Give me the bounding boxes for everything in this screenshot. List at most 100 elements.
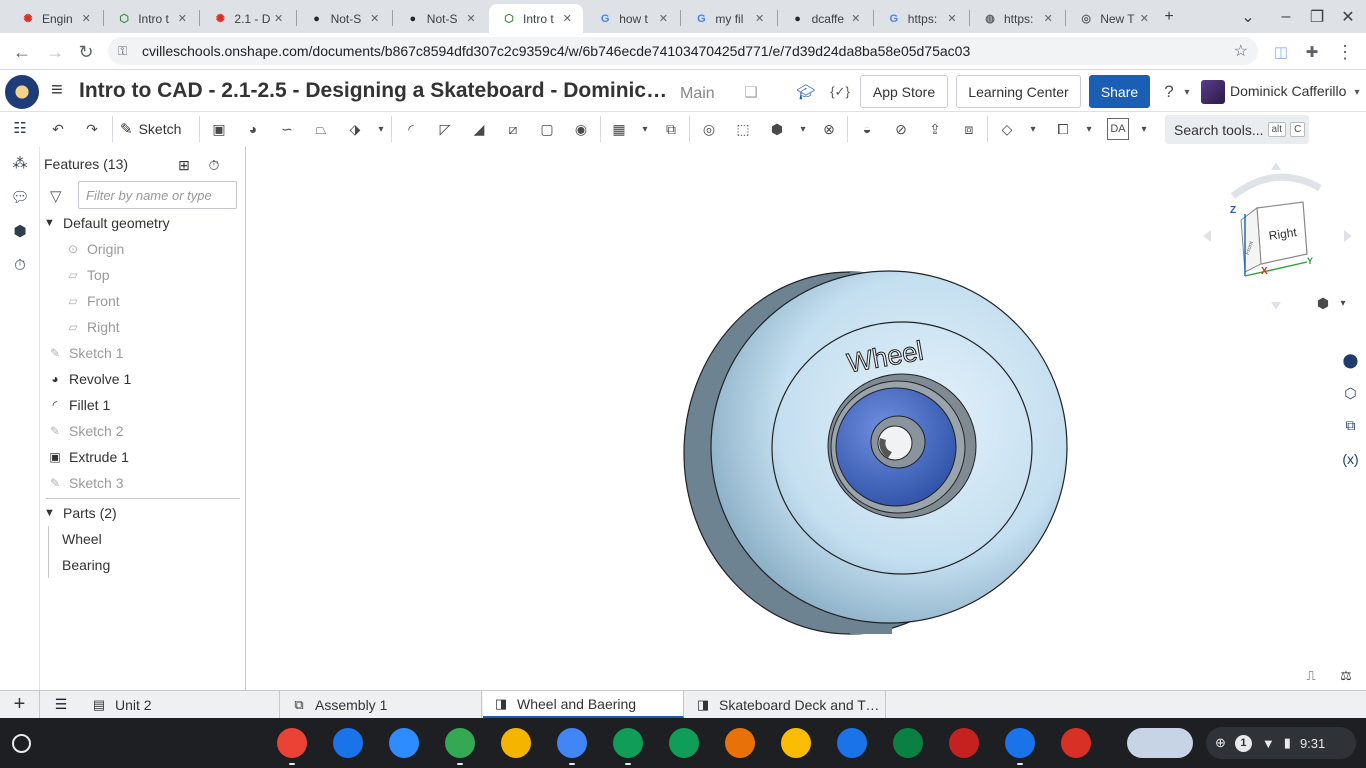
sheets-app-icon[interactable] xyxy=(669,728,699,758)
filter-icon[interactable]: ▽ xyxy=(50,187,62,205)
browser-tab[interactable]: ● Not-S ✕ xyxy=(297,4,391,33)
avatar[interactable] xyxy=(1201,80,1225,104)
document-menu-icon[interactable]: ≡ xyxy=(51,80,69,101)
loft-tool-icon[interactable]: ⏢ xyxy=(310,118,332,140)
feature-item[interactable]: ▣ Extrude 1 xyxy=(40,444,240,470)
app2-icon[interactable] xyxy=(333,728,363,758)
more-dropdown-icon[interactable]: ▾ xyxy=(370,118,392,140)
move-face-icon[interactable]: ⇪ xyxy=(924,118,946,140)
boolean-tool-icon[interactable]: ◎ xyxy=(698,118,720,140)
modify-fillet-icon[interactable]: ◒ xyxy=(856,118,878,140)
transform-tool-icon[interactable]: ⬢ xyxy=(766,118,788,140)
rotate-down-icon[interactable] xyxy=(1271,302,1281,310)
browser-tab[interactable]: ⬡ Intro t ✕ xyxy=(104,4,198,33)
chrome-menu-icon[interactable]: ⋮ xyxy=(1332,39,1358,65)
filter-features-input[interactable] xyxy=(78,181,237,209)
drive-app-icon[interactable] xyxy=(613,728,643,758)
close-tab-icon[interactable]: ✕ xyxy=(944,12,960,25)
close-tab-icon[interactable]: ✕ xyxy=(655,12,671,25)
transform-dropdown-icon[interactable]: ▾ xyxy=(792,118,814,140)
draft-tool-icon[interactable]: ◢ xyxy=(468,118,490,140)
browser-tab[interactable]: ● dcaffe ✕ xyxy=(778,4,872,33)
browser-tab[interactable]: ◍ https: ✕ xyxy=(970,4,1064,33)
reload-button[interactable]: ↻ xyxy=(73,39,99,65)
restore-window-button[interactable]: ❐ xyxy=(1306,6,1328,28)
forward-button[interactable]: → xyxy=(42,39,68,65)
fillet-tool-icon[interactable]: ◜ xyxy=(400,118,422,140)
versions-icon[interactable]: ❏ xyxy=(740,81,762,103)
browser-tab[interactable]: ✺ Engin ✕ xyxy=(8,4,102,33)
view-options-dropdown-icon[interactable]: ▾ xyxy=(1332,292,1354,314)
learning-cap-icon[interactable]: 🎓︎ xyxy=(795,81,817,103)
sketch-button[interactable]: ✎ Sketch xyxy=(120,117,181,141)
close-tab-icon[interactable]: ✕ xyxy=(174,12,190,25)
feature-item[interactable]: ✎ Sketch 3 xyxy=(40,470,240,496)
comments-icon[interactable]: 💬︎ xyxy=(8,185,32,209)
insert-element-button[interactable]: + xyxy=(0,691,40,718)
add-folder-icon[interactable]: ⊞ xyxy=(174,155,194,175)
back-button[interactable]: ← xyxy=(9,39,35,65)
butterfly-app-icon[interactable] xyxy=(837,728,867,758)
wheel-model[interactable]: Wheel xyxy=(640,260,1100,650)
default-geometry-group[interactable]: ▼ Default geometry xyxy=(40,210,240,236)
shell-tool-icon[interactable]: ▢ xyxy=(536,118,558,140)
feature-item[interactable]: ⊙ Origin xyxy=(40,236,240,262)
browser-tab[interactable]: ◎ New T ✕ xyxy=(1066,4,1160,33)
help-dropdown-icon[interactable]: ▾ xyxy=(1176,81,1198,103)
close-tab-icon[interactable]: ✕ xyxy=(1136,12,1152,25)
rotate-up-icon[interactable] xyxy=(1271,162,1281,170)
element-tab[interactable]: ◨ Wheel and Baering xyxy=(483,691,684,718)
feature-item[interactable]: ▱ Front xyxy=(40,288,240,314)
rib-tool-icon[interactable]: ⧄ xyxy=(502,118,524,140)
view-cube-side[interactable] xyxy=(1240,207,1262,273)
browser-tab[interactable]: Gmy fil ✕ xyxy=(681,4,775,33)
plane-dropdown-icon[interactable]: ▾ xyxy=(1022,118,1044,140)
configurations-icon[interactable]: ⧉ xyxy=(1337,412,1364,439)
clock-app-icon[interactable] xyxy=(445,728,475,758)
mirror-tool-icon[interactable]: ⧉ xyxy=(660,118,682,140)
browser-tab[interactable]: ⬡ Intro t ✕ xyxy=(489,4,584,33)
list-item[interactable]: Bearing xyxy=(40,552,240,578)
rotate-right-icon[interactable] xyxy=(1344,230,1352,242)
measure-tool-icon[interactable]: ⎍ xyxy=(1301,667,1321,685)
close-tab-icon[interactable]: ✕ xyxy=(559,12,575,25)
chevron-down-icon[interactable]: ▼ xyxy=(44,507,60,519)
delete-part-icon[interactable]: ⊗ xyxy=(818,118,840,140)
feature-item[interactable]: ✎ Sketch 2 xyxy=(40,418,240,444)
featurescript-icon[interactable]: {✓} xyxy=(829,81,851,103)
history-icon[interactable]: ⏱︎ xyxy=(8,253,32,277)
element-tab[interactable]: ◨ Skateboard Deck and Trucks xyxy=(685,691,886,718)
parts-icon[interactable]: ⬢ xyxy=(8,219,32,243)
variables-icon[interactable]: (x) xyxy=(1337,445,1364,472)
lens-icon[interactable]: ◫ xyxy=(1268,39,1294,65)
files-app-icon[interactable] xyxy=(1005,728,1035,758)
pattern-dropdown-icon[interactable]: ▾ xyxy=(634,118,656,140)
replace-face-icon[interactable]: ⧈ xyxy=(958,118,980,140)
slides-app-icon[interactable] xyxy=(501,728,531,758)
feature-item[interactable]: ◕ Revolve 1 xyxy=(40,366,240,392)
feature-item[interactable]: ▱ Right xyxy=(40,314,240,340)
app9-icon[interactable] xyxy=(725,728,755,758)
extensions-icon[interactable]: ✚ xyxy=(1299,39,1325,65)
close-tab-icon[interactable]: ✕ xyxy=(752,12,768,25)
thicken-tool-icon[interactable]: ⬗ xyxy=(344,118,366,140)
learning-center-button[interactable]: Learning Center xyxy=(956,75,1081,108)
element-tab[interactable]: ⧉ Assembly 1 xyxy=(281,691,482,718)
da-tool-icon[interactable]: DA xyxy=(1107,118,1129,140)
document-title[interactable]: Intro to CAD - 2.1-2.5 - Designing a Ska… xyxy=(79,79,674,103)
close-tab-icon[interactable]: ✕ xyxy=(463,12,479,25)
bookmark-star-icon[interactable]: ☆ xyxy=(1234,41,1248,61)
status-tray[interactable]: ⊕ 1 ▼ ▮ 9:31 xyxy=(1206,727,1356,759)
instances-icon[interactable]: ⁂ xyxy=(8,151,32,175)
da-dropdown-icon[interactable]: ▾ xyxy=(1133,118,1155,140)
list-item[interactable]: Wheel xyxy=(40,526,240,552)
browser-tab[interactable]: ✺ 2.1 - D ✕ xyxy=(200,4,294,33)
close-tab-icon[interactable]: ✕ xyxy=(367,12,383,25)
view-cube-ring[interactable] xyxy=(1230,173,1322,199)
app13-icon[interactable] xyxy=(949,728,979,758)
hole-tool-icon[interactable]: ◉ xyxy=(570,118,592,140)
sheet-metal-icon[interactable]: ⧠ xyxy=(1052,118,1074,140)
site-info-icon[interactable]: ⚿ xyxy=(118,44,134,59)
split-tool-icon[interactable]: ⬚ xyxy=(732,118,754,140)
school-logo[interactable] xyxy=(5,75,39,109)
